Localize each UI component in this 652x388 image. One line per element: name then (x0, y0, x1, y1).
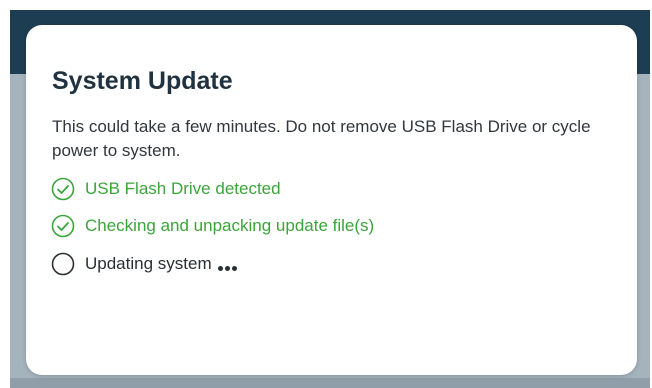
step-label: USB Flash Drive detected (85, 179, 281, 198)
progress-dots-icon (217, 258, 239, 271)
system-update-dialog: System Update This could take a few minu… (26, 25, 637, 375)
check-circle-icon (51, 177, 75, 201)
step-usb-detected: USB Flash Drive detected (51, 176, 281, 202)
step-label: Updating system (85, 254, 212, 273)
dialog-message: This could take a few minutes. Do not re… (52, 117, 591, 160)
step-label: Checking and unpacking update file(s) (85, 216, 375, 235)
device-screen: System Update This could take a few minu… (10, 10, 650, 388)
step-checking-unpacking: Checking and unpacking update file(s) (51, 213, 374, 239)
check-circle-icon (51, 214, 75, 238)
dialog-title: System Update (52, 67, 233, 95)
step-updating-system: Updating system (51, 251, 239, 277)
screen-bottom-edge (10, 378, 650, 388)
empty-circle-icon (51, 252, 75, 276)
